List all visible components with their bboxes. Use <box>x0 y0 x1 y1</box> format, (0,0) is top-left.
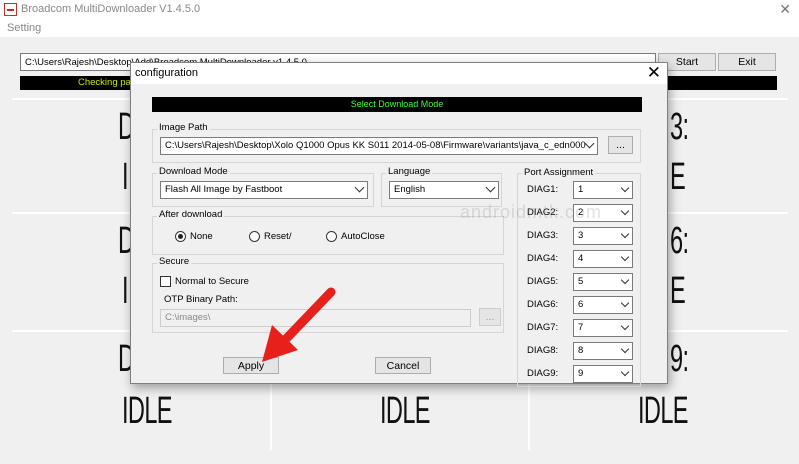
download-mode-label: Download Mode <box>157 166 230 177</box>
image-path-group: Image Path C:\Users\Rajesh\Desktop\Xolo … <box>152 122 641 163</box>
port-select[interactable]: 5 <box>573 273 633 291</box>
chevron-down-icon <box>620 344 630 354</box>
language-select[interactable]: English <box>389 181 499 199</box>
radio-autoclose[interactable]: AutoClose <box>326 231 385 242</box>
download-mode-value: Flash All Image by Fastboot <box>165 184 283 195</box>
slot-9-label: 9: <box>670 338 689 380</box>
radio-selected-icon <box>175 231 186 242</box>
otp-path-field[interactable]: C:\images\ <box>160 309 471 327</box>
chevron-down-icon <box>620 275 630 285</box>
port-value: 4 <box>578 253 584 264</box>
port-label: DIAG4: <box>527 253 559 264</box>
slot-4-status: I <box>122 270 129 312</box>
port-label: DIAG5: <box>527 276 559 287</box>
port-value: 3 <box>578 230 584 241</box>
apply-button[interactable]: Apply <box>223 357 279 374</box>
menu-setting[interactable]: Setting <box>7 22 41 34</box>
after-download-label: After download <box>157 209 225 220</box>
port-select[interactable]: 8 <box>573 342 633 360</box>
dialog-close-button[interactable]: ✕ <box>647 63 661 83</box>
image-path-combo[interactable]: C:\Users\Rajesh\Desktop\Xolo Q1000 Opus … <box>160 137 598 155</box>
checkbox-unchecked-icon <box>160 276 171 287</box>
slot-7-status: IDLE <box>122 390 173 432</box>
port-label: DIAG9: <box>527 368 559 379</box>
normal-to-secure-checkbox[interactable]: Normal to Secure <box>160 276 249 287</box>
port-label: DIAG6: <box>527 299 559 310</box>
port-value: 1 <box>578 184 584 195</box>
mode-banner-text: Select Download Mode <box>350 99 444 109</box>
image-path-value: C:\Users\Rajesh\Desktop\Xolo Q1000 Opus … <box>165 140 586 151</box>
chevron-down-icon <box>485 182 496 193</box>
port-assignment-label: Port Assignment <box>522 167 596 178</box>
port-select[interactable]: 1 <box>573 181 633 199</box>
radio-unselected-icon <box>326 231 337 242</box>
port-value: 5 <box>578 276 584 287</box>
radio-unselected-icon <box>249 231 260 242</box>
port-select[interactable]: 6 <box>573 296 633 314</box>
download-mode-select[interactable]: Flash All Image by Fastboot <box>160 181 368 199</box>
port-label: DIAG8: <box>527 345 559 356</box>
download-mode-group: Download Mode Flash All Image by Fastboo… <box>152 166 374 207</box>
chevron-down-icon <box>620 252 630 262</box>
port-select[interactable]: 4 <box>573 250 633 268</box>
chevron-down-icon <box>620 206 630 216</box>
language-label: Language <box>386 166 433 177</box>
port-value: 6 <box>578 299 584 310</box>
port-value: 7 <box>578 322 584 333</box>
radio-reset[interactable]: Reset/ <box>249 231 291 242</box>
normal-to-secure-label: Normal to Secure <box>175 276 249 287</box>
configuration-dialog: configuration ✕ Select Download Mode Ima… <box>130 62 668 387</box>
chevron-down-icon <box>620 298 630 308</box>
window-titlebar: Broadcom MultiDownloader V1.4.5.0 ✕ <box>0 0 799 20</box>
port-label: DIAG3: <box>527 230 559 241</box>
slot-9-status: IDLE <box>638 390 689 432</box>
secure-group: Secure Normal to Secure OTP Binary Path:… <box>152 256 504 333</box>
slot-3-status: E <box>670 156 686 198</box>
dialog-titlebar: configuration ✕ <box>131 63 667 84</box>
slot-3-label: 3: <box>670 106 689 148</box>
after-download-group: After download None Reset/ AutoClose <box>152 209 504 255</box>
exit-button[interactable]: Exit <box>718 53 776 71</box>
otp-path-label: OTP Binary Path: <box>164 294 238 305</box>
radio-none-label: None <box>190 231 213 242</box>
port-label: DIAG1: <box>527 184 559 195</box>
port-select[interactable]: 9 <box>573 365 633 383</box>
otp-browse-button[interactable]: ... <box>479 308 501 326</box>
window-close-button[interactable]: ✕ <box>779 1 791 18</box>
window-title: Broadcom MultiDownloader V1.4.5.0 <box>21 3 201 15</box>
port-value: 8 <box>578 345 584 356</box>
chevron-down-icon <box>620 229 630 239</box>
status-text: Checking pac <box>78 77 136 88</box>
port-value: 9 <box>578 368 584 379</box>
menubar: Setting <box>0 20 799 36</box>
chevron-down-icon <box>620 367 630 377</box>
language-value: English <box>394 184 426 195</box>
dialog-title: configuration <box>135 67 198 79</box>
chevron-down-icon <box>584 138 595 149</box>
secure-label: Secure <box>157 256 192 267</box>
slot-8-status: IDLE <box>380 390 431 432</box>
chevron-down-icon <box>620 321 630 331</box>
watermark: androidmtk.com <box>460 202 603 222</box>
slot-6-label: 6: <box>670 220 689 262</box>
cancel-button[interactable]: Cancel <box>375 357 431 374</box>
chevron-down-icon <box>354 182 365 193</box>
image-path-label: Image Path <box>157 122 210 133</box>
image-path-browse-button[interactable]: ... <box>608 136 633 154</box>
radio-none[interactable]: None <box>175 231 213 242</box>
slot-6-status: E <box>670 270 686 312</box>
port-label: DIAG7: <box>527 322 559 333</box>
slot-1-status: I <box>122 156 129 198</box>
mode-banner: Select Download Mode <box>152 97 642 112</box>
port-select[interactable]: 3 <box>573 227 633 245</box>
port-select[interactable]: 7 <box>573 319 633 337</box>
radio-reset-label: Reset/ <box>264 231 292 242</box>
chevron-down-icon <box>620 183 630 193</box>
app-logo-icon <box>4 3 17 16</box>
radio-autoclose-label: AutoClose <box>341 231 385 242</box>
